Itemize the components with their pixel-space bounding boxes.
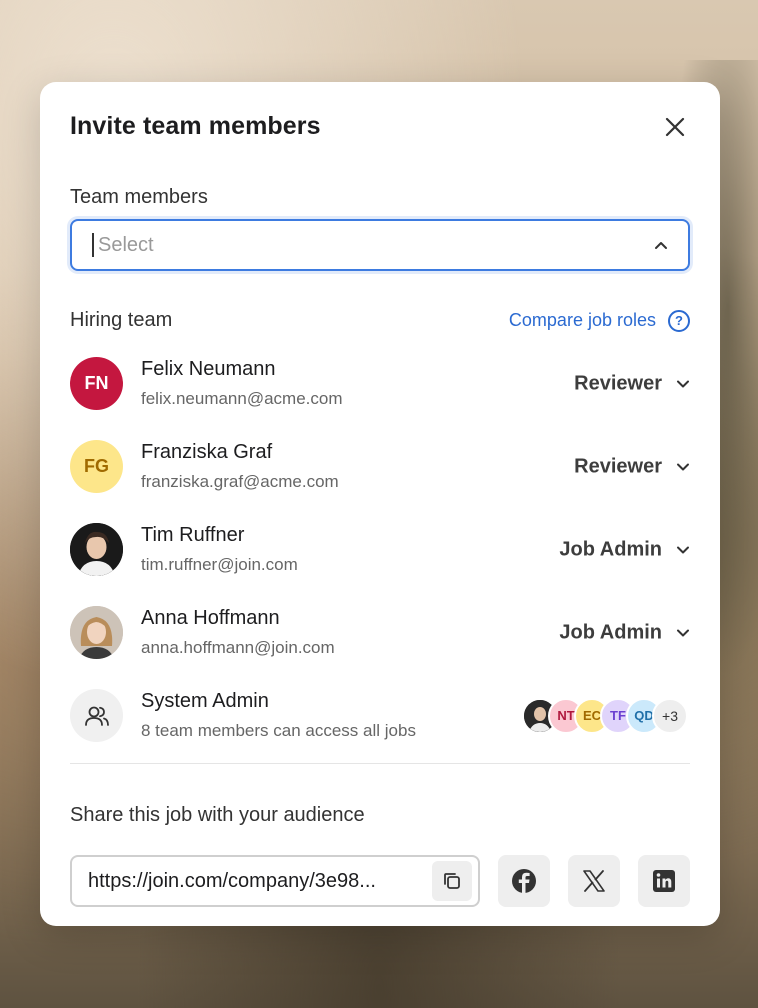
invite-modal: Invite team members Team members Select … <box>40 82 720 926</box>
member-email: franziska.graf@acme.com <box>141 472 339 491</box>
role-label: Job Admin <box>559 621 662 643</box>
member-name: Tim Ruffner <box>141 524 245 546</box>
member-text: Anna Hoffmann anna.hoffmann@join.com <box>141 607 335 658</box>
member-row: FG Franziska Graf franziska.graf@acme.co… <box>70 425 690 508</box>
modal-title: Invite team members <box>70 112 321 140</box>
member-name: Anna Hoffmann <box>141 607 280 629</box>
member-email: anna.hoffmann@join.com <box>141 638 335 657</box>
member-email: tim.ruffner@join.com <box>141 555 298 574</box>
member-list: FN Felix Neumann felix.neumann@acme.com … <box>70 342 690 757</box>
chevron-down-icon <box>677 629 689 637</box>
role-label: Reviewer <box>574 455 662 477</box>
member-email: felix.neumann@acme.com <box>141 389 343 408</box>
chevron-down-icon <box>677 463 689 471</box>
share-url: https://join.com/company/3e98... <box>88 869 376 892</box>
compare-job-roles-link[interactable]: Compare job roles <box>509 310 656 331</box>
divider <box>70 763 690 764</box>
compare-roles-wrap: Compare job roles ? <box>509 309 690 332</box>
copy-icon <box>444 873 460 889</box>
users-icon-avatar <box>70 689 123 742</box>
member-text: Tim Ruffner tim.ruffner@join.com <box>141 524 298 575</box>
more-members-count: +3 <box>652 697 688 734</box>
select-placeholder: Select <box>98 233 154 256</box>
role-dropdown[interactable]: Reviewer <box>574 455 690 478</box>
member-name: Felix Neumann <box>141 358 276 380</box>
avatar-photo <box>70 523 123 576</box>
role-dropdown[interactable]: Job Admin <box>559 538 690 561</box>
admin-avatar-stack[interactable]: NT EC TF QD +3 <box>522 697 688 734</box>
member-row: FN Felix Neumann felix.neumann@acme.com … <box>70 342 690 425</box>
chevron-down-icon <box>677 546 689 554</box>
member-text: Franziska Graf franziska.graf@acme.com <box>141 441 339 492</box>
facebook-share-button[interactable] <box>498 855 550 907</box>
role-dropdown[interactable]: Reviewer <box>574 372 690 395</box>
help-icon[interactable]: ? <box>668 309 690 332</box>
users-icon <box>84 706 109 726</box>
hiring-team-title: Hiring team <box>70 309 173 331</box>
avatar-photo <box>70 606 123 659</box>
chevron-down-icon <box>677 380 689 388</box>
member-row: Anna Hoffmann anna.hoffmann@join.com Job… <box>70 591 690 674</box>
avatar: FG <box>70 440 123 493</box>
role-dropdown[interactable]: Job Admin <box>559 621 690 644</box>
modal-header: Invite team members <box>70 82 690 172</box>
text-cursor <box>92 233 94 257</box>
avatar: FN <box>70 357 123 410</box>
member-row: Tim Ruffner tim.ruffner@join.com Job Adm… <box>70 508 690 591</box>
team-members-select[interactable]: Select <box>70 219 690 271</box>
hiring-team-header: Hiring team Compare job roles ? <box>70 309 690 332</box>
close-icon <box>665 117 685 137</box>
system-admin-name: System Admin <box>141 690 269 712</box>
linkedin-share-button[interactable] <box>638 855 690 907</box>
x-share-button[interactable] <box>568 855 620 907</box>
x-icon <box>583 870 605 892</box>
share-row: https://join.com/company/3e98... <box>70 855 690 907</box>
linkedin-icon <box>653 870 675 892</box>
system-admin-description: 8 team members can access all jobs <box>141 721 416 740</box>
facebook-icon <box>512 869 536 893</box>
system-admin-row: System Admin 8 team members can access a… <box>70 674 690 757</box>
share-url-field[interactable]: https://join.com/company/3e98... <box>70 855 480 907</box>
member-text: Felix Neumann felix.neumann@acme.com <box>141 358 343 409</box>
role-label: Job Admin <box>559 538 662 560</box>
chevron-up-icon <box>655 242 667 249</box>
member-name: Franziska Graf <box>141 441 273 463</box>
member-text: System Admin 8 team members can access a… <box>141 690 416 741</box>
role-label: Reviewer <box>574 372 662 394</box>
copy-button[interactable] <box>432 861 472 901</box>
close-button[interactable] <box>660 112 690 142</box>
team-members-label: Team members <box>70 186 208 208</box>
share-label: Share this job with your audience <box>70 804 365 826</box>
